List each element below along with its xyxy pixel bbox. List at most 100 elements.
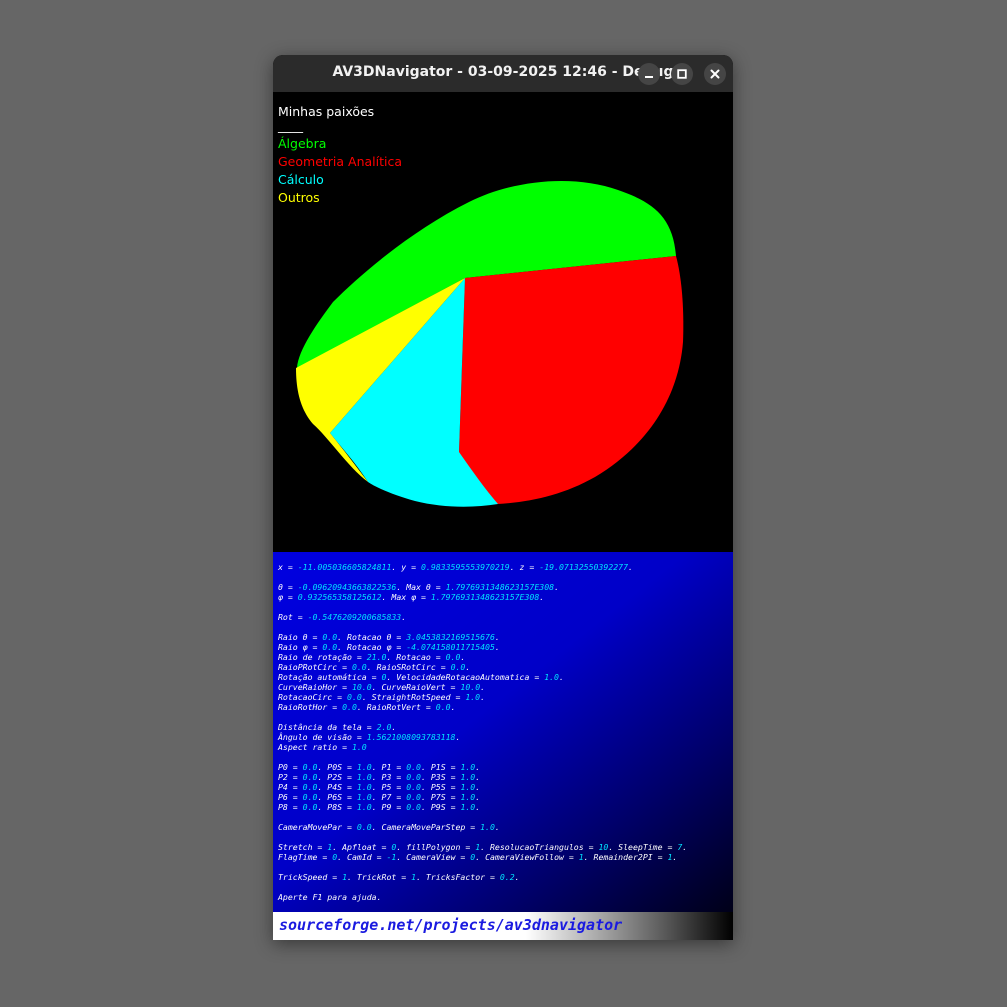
debug-value: 0.0 [406, 802, 421, 812]
debug-line: Stretch = 1. Apfloat = 0. fillPolygon = … [278, 842, 733, 852]
debug-label: . SleepTime = [608, 842, 678, 852]
debug-value: 10.0 [351, 682, 372, 692]
debug-value: 0.0 [322, 632, 338, 642]
debug-label: . [559, 672, 564, 682]
debug-label: . [494, 632, 500, 642]
3d-viewport[interactable]: Minhas paixões ____ Álgebra Geometria An… [273, 92, 733, 552]
debug-label: φ = [278, 592, 298, 602]
debug-label: P8 = [278, 802, 303, 812]
debug-line: θ = -0.09620943663822536. Max θ = 1.7976… [278, 582, 733, 592]
debug-label: Aperte F1 para ajuda. [278, 892, 382, 902]
debug-label: . Rotacao φ = [337, 642, 407, 652]
debug-label: RaioPRotCirc = [278, 662, 352, 672]
debug-value: 1.0 [356, 792, 372, 802]
legend-item-geometria-analitica: Geometria Analítica [278, 154, 403, 169]
debug-line: P8 = 0.0. P8S = 1.0. P9 = 0.0. P9S = 1.0… [278, 802, 733, 812]
debug-label: . P5 = [371, 782, 407, 792]
debug-label: Raio θ = [278, 632, 323, 642]
debug-line: RotacaoCirc = 0.0. StraightRotSpeed = 1.… [278, 692, 733, 702]
debug-value: 1.0 [356, 802, 372, 812]
debug-label: . VelocidadeRotacaoAutomatica = [386, 672, 545, 682]
debug-line [278, 622, 733, 632]
debug-label: . [475, 792, 481, 802]
debug-label: θ = [278, 582, 298, 592]
debug-line: CameraMovePar = 0.0. CameraMoveParStep =… [278, 822, 733, 832]
debug-label: . P9S = [421, 802, 461, 812]
debug-line [278, 862, 733, 872]
debug-value: 0.0 [322, 642, 338, 652]
debug-value: 1.0 [460, 762, 476, 772]
title-bar[interactable]: AV3DNavigator - 03-09-2025 12:46 - Debug [273, 55, 733, 92]
debug-label: . RaioSRotCirc = [366, 662, 451, 672]
debug-value: 1.0 [460, 792, 476, 802]
debug-line: Aspect ratio = 1.0 [278, 742, 733, 752]
debug-value: -0.09620943663822536 [297, 582, 397, 592]
debug-label: Ângulo de visão = [278, 732, 367, 742]
debug-label: . [475, 782, 481, 792]
debug-label: P0 = [278, 762, 303, 772]
close-button[interactable] [704, 63, 726, 85]
debug-value: 0.0 [342, 702, 357, 712]
debug-label: . [494, 642, 500, 652]
debug-value: 1.7976931348623157E308 [430, 592, 540, 602]
debug-line: Distância da tela = 2.0. [278, 722, 733, 732]
debug-value: 0.932565358125612 [297, 592, 382, 602]
debug-label: P4 = [278, 782, 303, 792]
debug-label: . P9 = [371, 802, 407, 812]
sourceforge-link[interactable]: sourceforge.net/projects/av3dnavigator [279, 916, 622, 934]
maximize-button[interactable] [671, 63, 693, 85]
debug-line: Aperte F1 para ajuda. [278, 892, 733, 902]
debug-label: . CameraMoveParStep = [371, 822, 481, 832]
legend-item-calculo: Cálculo [278, 172, 324, 187]
debug-label: . TrickRot = [347, 872, 412, 882]
debug-label: Rotação automática = [278, 672, 382, 682]
debug-label: . Apfloat = [332, 842, 392, 852]
debug-label: . Rotacao = [386, 652, 446, 662]
debug-value: 1.0 [356, 762, 372, 772]
debug-label: Raio de rotação = [278, 652, 367, 662]
debug-value: -11.005036605824811 [297, 562, 392, 572]
debug-line [278, 602, 733, 612]
debug-label: . CamId = [337, 852, 387, 862]
debug-label: . [401, 612, 407, 622]
debug-label: . z = [509, 562, 540, 572]
debug-label: . [475, 762, 481, 772]
debug-label: CameraMovePar = [278, 822, 357, 832]
debug-line [278, 572, 733, 582]
debug-line [278, 712, 733, 722]
debug-value: 10 [598, 842, 609, 852]
debug-label: . [460, 652, 466, 662]
debug-label: . P3 = [371, 772, 407, 782]
debug-line: Raio φ = 0.0. Rotacao φ = -4.07415801171… [278, 642, 733, 652]
debug-value: 1.0 [356, 782, 372, 792]
debug-label: . P8S = [317, 802, 357, 812]
debug-value: 1.0 [460, 782, 476, 792]
debug-value: 1.0 [544, 672, 559, 682]
debug-value: -19.07132550392277 [539, 562, 629, 572]
debug-value: 0.0 [302, 762, 318, 772]
debug-label: . RaioRotVert = [356, 702, 436, 712]
debug-value: -4.074158011715405 [406, 642, 495, 652]
minimize-icon [645, 76, 653, 78]
debug-label: . [628, 562, 633, 572]
close-icon [710, 69, 720, 79]
debug-label: . [480, 692, 486, 702]
debug-line: Rot = -0.5476209200685833. [278, 612, 733, 622]
debug-value: 0.0 [435, 702, 451, 712]
debug-label: . [450, 702, 456, 712]
minimize-button[interactable] [638, 63, 660, 85]
debug-value: 0.9833595553970219 [420, 562, 510, 572]
debug-value: 3.0453832169515676 [406, 632, 495, 642]
debug-value: 1.0 [351, 742, 367, 752]
debug-label: . CameraViewFollow = [475, 852, 579, 862]
debug-value: 0.0 [356, 822, 372, 832]
debug-line [278, 812, 733, 822]
debug-label: . Max θ = [396, 582, 446, 592]
debug-line: Raio de rotação = 21.0. Rotacao = 0.0. [278, 652, 733, 662]
footer-bar: sourceforge.net/projects/av3dnavigator [273, 912, 733, 940]
debug-label: . [539, 592, 545, 602]
debug-line [278, 882, 733, 892]
app-window: AV3DNavigator - 03-09-2025 12:46 - Debug… [273, 55, 733, 940]
debug-label: . [465, 662, 471, 672]
debug-line [278, 752, 733, 762]
